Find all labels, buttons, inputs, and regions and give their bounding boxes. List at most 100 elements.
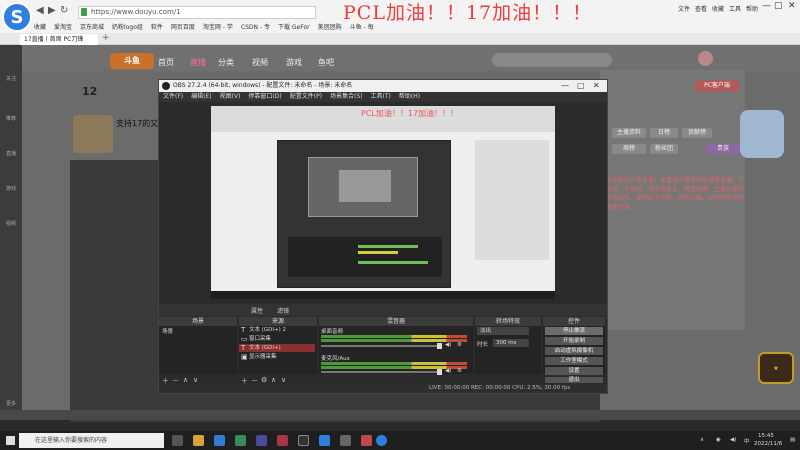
sidebar-item-follow[interactable]: 关注 [3,75,19,82]
contribution-rank-button[interactable]: 贡献榜 [682,128,712,138]
tray-chevron-icon[interactable]: ∧ [700,437,704,443]
avatar[interactable] [698,51,713,66]
nav-yuba[interactable]: 鱼吧 [318,57,334,68]
obs-taskbar-icon[interactable] [298,435,309,446]
sidebar-item-video[interactable]: 视频 [3,220,19,227]
speaker-icon[interactable]: ◀) [445,342,451,348]
nav-video[interactable]: 视频 [252,57,268,68]
task-view-icon[interactable] [172,435,183,446]
bookmark-item[interactable]: 斗鱼 - 每 [350,22,374,31]
bookmark-item[interactable]: 京东商城 [80,22,104,31]
daily-rank-button[interactable]: 日榜 [650,128,678,138]
obs-preview[interactable]: PCL加油！！17加油！！！ [211,106,555,299]
taskbar-search-input[interactable]: 在这里输入你要搜索的内容 [19,433,164,448]
app-icon[interactable] [235,435,246,446]
windows-start-icon[interactable] [6,436,15,445]
minimize-icon[interactable]: — [561,80,569,92]
douyu-logo[interactable]: 斗鱼 [110,53,154,69]
properties-button[interactable]: 属性 [251,306,263,315]
menu-view[interactable]: 查看 [695,4,707,13]
close-icon[interactable]: ✕ [593,80,600,92]
weekly-rank-button[interactable]: 周榜 [612,144,646,154]
volume-slider-knob[interactable] [437,343,442,349]
menu-help[interactable]: 帮助 [746,4,758,13]
bookmark-item[interactable]: 下载 GeFor [278,22,310,31]
maximize-icon[interactable]: ▢ [774,1,783,11]
noble-button[interactable]: 贵族 [706,144,740,154]
room-thumbnail[interactable] [73,115,113,153]
list-item[interactable]: T 文本 (GDI+) [239,344,315,352]
bookmark-item[interactable]: 收藏 [34,22,46,31]
bookmark-item[interactable]: 网页百度 [171,22,195,31]
settings-button[interactable]: 设置 [545,367,603,375]
new-tab-icon[interactable]: + [102,33,110,43]
move-down-icon[interactable]: ∨ [193,376,198,384]
gear-icon[interactable]: ⚙ [457,368,462,374]
bookmark-item[interactable]: 淘宝网 - 学 [203,22,233,31]
virtual-camera-button[interactable]: 启动虚拟摄像机 [545,347,603,355]
clock-time[interactable]: 15:45 [758,433,774,439]
forward-icon[interactable]: ▶ [48,5,56,16]
sidebar-item-recommend[interactable]: 推荐 [3,115,19,122]
app-icon[interactable] [340,435,351,446]
edge-icon[interactable] [214,435,225,446]
bookmark-item[interactable]: CSDN - 专 [241,22,270,31]
minimize-icon[interactable]: — [762,1,771,11]
volume-icon[interactable]: ◀) [730,437,736,443]
app-icon[interactable] [256,435,267,446]
volume-slider-knob[interactable] [437,369,442,375]
nav-live[interactable]: 直播 [190,57,206,68]
streamer-info-button[interactable]: 主播资料 [612,128,646,138]
tab-douyu[interactable]: 17直播丨首席 PC刀锋 [20,34,98,45]
fan-club-button[interactable]: 粉丝团 [650,144,678,154]
transition-select[interactable]: 淡出 [477,327,529,335]
bookmark-item[interactable]: 奶粉logo组 [112,22,143,31]
obs-menu-docks[interactable]: 停靠窗口(D) [248,92,281,102]
network-icon[interactable]: ◉ [716,437,721,443]
obs-menu-profile[interactable]: 配置文件(P) [290,92,322,102]
obs-menu-scene-collection[interactable]: 场景集合(S) [330,92,363,102]
volume-slider[interactable] [321,371,441,373]
app-icon[interactable] [277,435,288,446]
studio-mode-button[interactable]: 工作室模式 [545,357,603,365]
move-down-icon[interactable]: ∨ [281,376,286,384]
filters-button[interactable]: 滤镜 [277,306,289,315]
sidebar-item-live[interactable]: 直播 [3,150,19,157]
volume-slider[interactable] [321,345,441,347]
duration-input[interactable]: 300 ms [493,339,529,347]
menu-favorites[interactable]: 收藏 [712,4,724,13]
browser-logo-icon[interactable]: S [2,2,32,32]
menu-file[interactable]: 文件 [678,4,690,13]
browser-taskbar-icon[interactable] [376,435,387,446]
nav-game[interactable]: 游戏 [286,57,302,68]
app-icon[interactable] [361,435,372,446]
list-item[interactable]: ▭ 窗口采集 [239,335,315,343]
browser-taskbar-icon[interactable] [319,435,330,446]
menu-tools[interactable]: 工具 [729,4,741,13]
exit-button[interactable]: 退出 [545,377,603,383]
start-recording-button[interactable]: 开始录制 [545,337,603,345]
list-item[interactable]: ▣ 显示器采集 [239,353,315,361]
speaker-icon[interactable]: ◀) [445,368,451,374]
nav-category[interactable]: 分类 [218,57,234,68]
obs-menu-file[interactable]: 文件(F) [163,92,183,102]
bookmark-item[interactable]: 爱淘宝 [54,22,72,31]
notification-icon[interactable]: ▤ [790,437,795,443]
close-icon[interactable]: ✕ [788,1,796,11]
gear-icon[interactable]: ⚙ [261,376,267,384]
refresh-icon[interactable]: ↻ [60,5,68,16]
address-bar[interactable]: https://www.douyu.com/1 [78,6,316,19]
list-item[interactable]: T 文本 (GDI+) 2 [239,326,315,334]
file-explorer-icon[interactable] [193,435,204,446]
maximize-icon[interactable]: ▢ [577,80,585,92]
obs-menu-tools[interactable]: 工具(T) [371,92,391,102]
douyu-search-input[interactable] [492,53,612,67]
nav-home[interactable]: 首页 [158,57,174,68]
gear-icon[interactable]: ⚙ [457,342,462,348]
event-badge[interactable]: ★ [758,352,794,384]
sidebar-item-game[interactable]: 游戏 [3,185,19,192]
list-item[interactable]: 场景 [159,328,235,336]
obs-menu-view[interactable]: 视图(V) [220,92,241,102]
bookmark-item[interactable]: 美团团购 [318,22,342,31]
sidebar-item-more[interactable]: 更多 [3,400,19,407]
